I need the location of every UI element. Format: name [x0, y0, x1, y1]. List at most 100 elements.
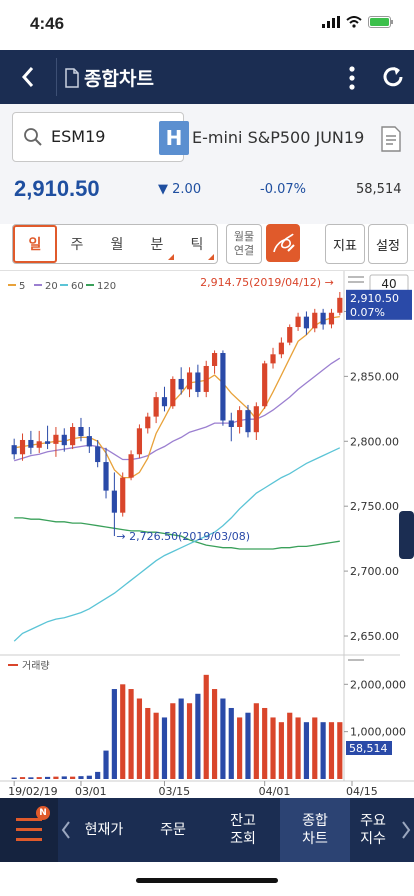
volume-bar — [337, 722, 343, 779]
period-count: 40 — [381, 277, 396, 291]
more-icon[interactable] — [346, 64, 358, 92]
volume-bar — [36, 777, 42, 779]
volume-bar — [103, 750, 109, 779]
candle-body — [44, 441, 51, 444]
period-tab[interactable]: 월 — [97, 225, 137, 263]
quote-panel: ESM19 H E-mini S&P500 JUN19 2,910.50 ▼ 2… — [0, 104, 414, 224]
hamburger-icon — [16, 818, 42, 841]
candle-body — [95, 446, 101, 463]
candle-body — [228, 420, 234, 427]
new-badge: N — [36, 806, 50, 820]
y-tick-label: 2,750.00 — [350, 500, 399, 513]
nav-item[interactable]: 잔고 조회 — [210, 798, 276, 862]
nav-item[interactable]: 주문 — [140, 798, 206, 862]
ma-legend-label: 5 — [19, 281, 25, 292]
candle-body — [237, 410, 243, 427]
menu-button[interactable]: N — [0, 798, 58, 862]
volume-bar — [320, 722, 326, 779]
candle-body — [170, 378, 176, 407]
chart-area[interactable]: 52060120402,900.002,850.002,800.002,750.… — [0, 270, 414, 799]
volume-bar — [211, 689, 218, 779]
period-tab-label: 주 — [70, 237, 84, 253]
candle-body — [103, 462, 109, 491]
volume-bar — [312, 717, 318, 779]
down-triangle-icon: ▼ — [158, 182, 173, 197]
nav-left-chevron-icon[interactable] — [60, 820, 72, 840]
refresh-icon[interactable] — [380, 64, 406, 90]
period-tab[interactable]: 주 — [57, 225, 97, 263]
battery-icon — [368, 16, 393, 28]
x-tick-label: 03/01 — [75, 785, 107, 798]
volume-bar — [136, 698, 143, 779]
ma-legend-label: 120 — [97, 281, 116, 292]
signal-icon — [322, 16, 340, 28]
volume-bar — [28, 777, 34, 779]
candle-body — [262, 363, 268, 407]
product-info-icon[interactable] — [380, 126, 402, 152]
candle-body — [53, 434, 59, 444]
ma20-line — [14, 357, 341, 462]
draw-tool-button[interactable] — [266, 224, 300, 262]
nav-item[interactable]: 주요 지수 — [348, 798, 398, 862]
high-annotation: 2,914.75(2019/04/12) → — [200, 276, 334, 289]
volume-bar — [303, 722, 310, 779]
volume-bar — [195, 693, 201, 779]
candle-body — [120, 477, 126, 513]
volume-current-label: 58,514 — [349, 742, 388, 755]
nav-right-chevron-icon[interactable] — [400, 820, 412, 840]
page-title: 종합차트 — [84, 69, 154, 90]
hoga-button[interactable]: H — [159, 121, 189, 155]
dropdown-corner-icon — [208, 254, 214, 260]
back-icon[interactable] — [14, 62, 44, 92]
y-tick-label: 2,650.00 — [350, 630, 399, 643]
period-tab-label: 틱 — [190, 237, 204, 253]
candle-body — [186, 372, 193, 390]
volume-bar — [161, 717, 168, 779]
volume-tick-label: 2,000,000 — [350, 678, 406, 691]
search-input[interactable]: ESM19 H — [12, 112, 189, 162]
dropdown-corner-icon — [168, 254, 174, 260]
candle-body — [136, 428, 143, 455]
period-tab-label: 일 — [28, 237, 42, 253]
nav-item[interactable]: 현재가 — [72, 798, 136, 862]
nav-item[interactable]: 종합 차트 — [280, 798, 350, 862]
volume-bar — [203, 674, 209, 779]
candle-body — [295, 316, 301, 328]
search-icon — [24, 128, 42, 146]
candle-body — [61, 434, 67, 446]
contract-link-button[interactable]: 월물 연결 — [226, 224, 262, 264]
volume-bar — [295, 717, 301, 779]
volume-handle-icon — [348, 659, 364, 661]
candle-body — [86, 436, 92, 447]
volume-bar — [228, 707, 234, 779]
volume-bar — [328, 722, 335, 779]
period-tabs: 일 주월분 틱 — [12, 224, 218, 264]
volume-bar — [11, 777, 17, 779]
volume-bar — [287, 712, 293, 779]
chart-handle-icon — [348, 281, 364, 283]
header-title-wrap: 종합차트 — [64, 64, 154, 91]
volume-bar — [128, 689, 134, 779]
product-name: E-mini S&P500 JUN19 — [192, 128, 365, 147]
period-tab-label: 분 — [150, 237, 164, 253]
volume-bar — [153, 712, 159, 779]
status-bar: 4:46 — [0, 0, 414, 50]
volume-bar — [170, 703, 176, 779]
candle-body — [312, 312, 318, 329]
low-annotation: → 2,726.50(2019/03/08) — [116, 530, 250, 543]
home-indicator[interactable] — [136, 878, 278, 883]
price-change: ▼ 2.00 — [158, 182, 201, 197]
indicator-button[interactable]: 지표 — [325, 224, 365, 264]
home-indicator-area — [0, 862, 414, 896]
period-tab[interactable]: 일 — [13, 225, 57, 263]
volume-bar — [237, 717, 243, 779]
period-tab[interactable]: 분 — [137, 225, 177, 263]
current-price-tag-value: 2,910.50 — [350, 292, 399, 305]
candle-body — [211, 353, 218, 366]
settings-button[interactable]: 설정 — [368, 224, 408, 264]
volume-bar — [120, 684, 126, 779]
candlestick-chart[interactable]: 52060120402,900.002,850.002,800.002,750.… — [0, 271, 414, 799]
x-tick-label: 04/01 — [259, 785, 291, 798]
candle-body — [36, 441, 42, 448]
period-tab[interactable]: 틱 — [177, 225, 217, 263]
